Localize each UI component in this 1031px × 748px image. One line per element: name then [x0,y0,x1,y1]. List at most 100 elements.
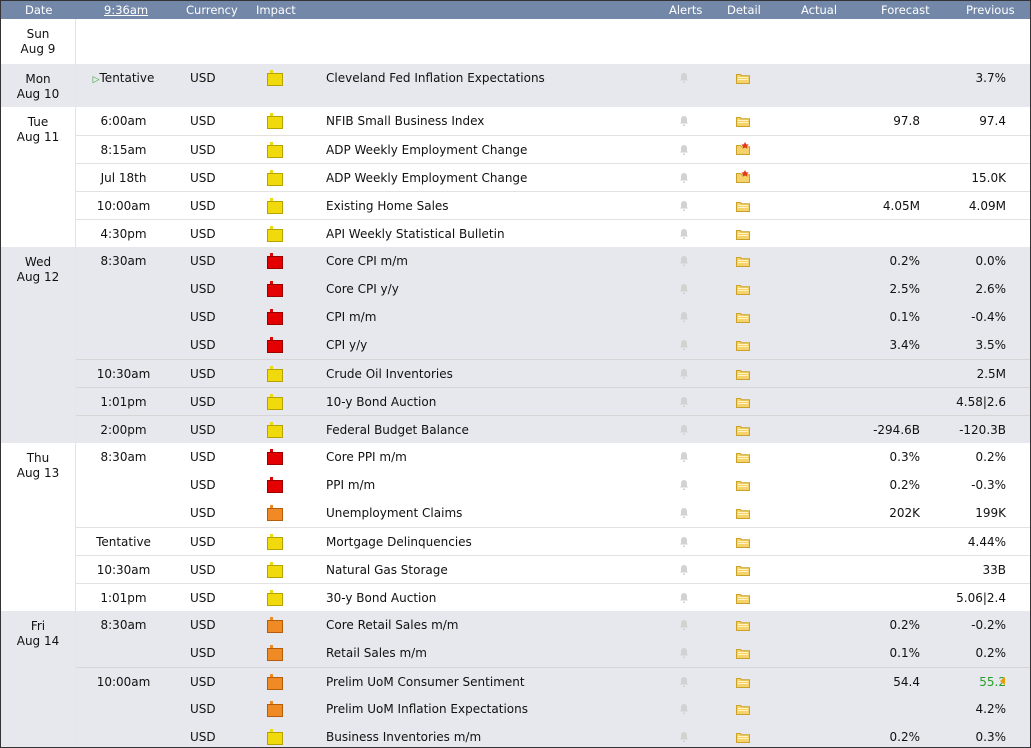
event-title[interactable]: Natural Gas Storage [326,563,448,577]
event-title[interactable]: 30-y Bond Auction [326,591,436,605]
event-row[interactable]: 1:01pm USD 10-y Bond Auction 4.58|2.6 [76,387,1030,416]
impact-yellow-icon[interactable] [267,142,283,158]
event-row[interactable]: Tentative USD Mortgage Delinquencies 4.44% [76,527,1030,556]
alert-bell-icon[interactable] [679,703,689,715]
event-title[interactable]: API Weekly Statistical Bulletin [326,227,505,241]
folder-icon[interactable] [736,256,750,267]
event-title[interactable]: PPI m/m [326,478,375,492]
folder-icon[interactable] [736,565,750,576]
impact-yellow-icon[interactable] [267,729,283,745]
event-row[interactable]: USD PPI m/m 0.2% -0.3% [76,471,1030,499]
event-title[interactable]: Prelim UoM Inflation Expectations [326,702,528,716]
new-folder-icon[interactable] [736,142,750,155]
alert-bell-icon[interactable] [679,255,689,267]
event-title[interactable]: Core CPI y/y [326,282,399,296]
event-row[interactable]: USD CPI y/y 3.4% 3.5% [76,331,1030,359]
event-row[interactable]: USD Prelim UoM Inflation Expectations 4.2% [76,695,1030,723]
folder-icon[interactable] [736,73,750,84]
folder-icon[interactable] [736,508,750,519]
impact-yellow-icon[interactable] [267,534,283,550]
event-row[interactable]: USD Core CPI y/y 2.5% 2.6% [76,275,1030,303]
event-title[interactable]: CPI y/y [326,338,367,352]
impact-orange-icon[interactable] [267,701,283,717]
impact-orange-icon[interactable] [267,674,283,690]
event-title[interactable]: ADP Weekly Employment Change [326,171,527,185]
event-title[interactable]: NFIB Small Business Index [326,114,484,128]
event-row[interactable]: 10:00am USD Existing Home Sales 4.05M 4.09M [76,191,1030,220]
impact-yellow-icon[interactable] [267,590,283,606]
event-title[interactable]: Federal Budget Balance [326,423,469,437]
folder-icon[interactable] [736,732,750,743]
alert-bell-icon[interactable] [679,507,689,519]
event-row[interactable]: 10:30am USD Natural Gas Storage 33B [76,555,1030,584]
impact-yellow-icon[interactable] [267,394,283,410]
alert-bell-icon[interactable] [679,731,689,743]
folder-icon[interactable] [736,284,750,295]
impact-red-icon[interactable] [267,309,283,325]
new-folder-icon[interactable] [736,170,750,183]
alert-bell-icon[interactable] [679,592,689,604]
folder-icon[interactable] [736,201,750,212]
event-row[interactable]: 6:00am USD NFIB Small Business Index 97.8 97… [76,107,1030,135]
folder-icon[interactable] [736,369,750,380]
event-row[interactable]: 8:15am USD ADP Weekly Employment Change [76,135,1030,164]
impact-yellow-icon[interactable] [267,198,283,214]
alert-bell-icon[interactable] [679,647,689,659]
event-row[interactable]: ▷Tentative USD Cleveland Fed Inflation Exp… [76,64,1030,92]
event-row[interactable]: USD CPI m/m 0.1% -0.4% [76,303,1030,331]
event-title[interactable]: Unemployment Claims [326,506,462,520]
alert-bell-icon[interactable] [679,479,689,491]
folder-icon[interactable] [736,312,750,323]
event-row[interactable]: 8:30am USD Core CPI m/m 0.2% 0.0% [76,247,1030,275]
event-row[interactable]: 10:00am USD Prelim UoM Consumer Sentiment 5… [76,667,1030,696]
impact-yellow-icon[interactable] [267,562,283,578]
event-title[interactable]: Existing Home Sales [326,199,449,213]
alert-bell-icon[interactable] [679,311,689,323]
alert-bell-icon[interactable] [679,339,689,351]
alert-bell-icon[interactable] [679,200,689,212]
folder-icon[interactable] [736,340,750,351]
folder-icon[interactable] [736,116,750,127]
alert-bell-icon[interactable] [679,144,689,156]
event-row[interactable]: USD Business Inventories m/m 0.2% 0.3% [76,723,1030,747]
folder-icon[interactable] [736,704,750,715]
event-row[interactable]: 10:30am USD Crude Oil Inventories 2.5M [76,359,1030,388]
event-title[interactable]: ADP Weekly Employment Change [326,143,527,157]
folder-icon[interactable] [736,452,750,463]
folder-icon[interactable] [736,397,750,408]
event-title[interactable]: CPI m/m [326,310,376,324]
alert-bell-icon[interactable] [679,676,689,688]
event-row[interactable]: USD Retail Sales m/m 0.1% 0.2% [76,639,1030,667]
event-title[interactable]: Crude Oil Inventories [326,367,453,381]
alert-bell-icon[interactable] [679,172,689,184]
impact-yellow-icon[interactable] [267,226,283,242]
alert-bell-icon[interactable] [679,228,689,240]
event-row[interactable]: 2:00pm USD Federal Budget Balance -294.6B -1… [76,415,1030,444]
impact-yellow-icon[interactable] [267,366,283,382]
folder-icon[interactable] [736,480,750,491]
folder-icon[interactable] [736,593,750,604]
impact-yellow-icon[interactable] [267,422,283,438]
impact-orange-icon[interactable] [267,505,283,521]
event-title[interactable]: Mortgage Delinquencies [326,535,472,549]
alert-bell-icon[interactable] [679,72,689,84]
folder-icon[interactable] [736,537,750,548]
event-row[interactable]: USD Unemployment Claims 202K 199K [76,499,1030,527]
impact-red-icon[interactable] [267,253,283,269]
alert-bell-icon[interactable] [679,396,689,408]
alert-bell-icon[interactable] [679,115,689,127]
alert-bell-icon[interactable] [679,451,689,463]
event-title[interactable]: Retail Sales m/m [326,646,427,660]
impact-red-icon[interactable] [267,337,283,353]
impact-red-icon[interactable] [267,449,283,465]
revised-marker-icon[interactable] [1000,677,1005,685]
impact-orange-icon[interactable] [267,645,283,661]
folder-icon[interactable] [736,648,750,659]
impact-red-icon[interactable] [267,281,283,297]
event-title[interactable]: 10-y Bond Auction [326,395,436,409]
alert-bell-icon[interactable] [679,536,689,548]
impact-yellow-icon[interactable] [267,70,283,86]
alert-bell-icon[interactable] [679,368,689,380]
event-title[interactable]: Core PPI m/m [326,450,407,464]
event-title[interactable]: Prelim UoM Consumer Sentiment [326,675,525,689]
